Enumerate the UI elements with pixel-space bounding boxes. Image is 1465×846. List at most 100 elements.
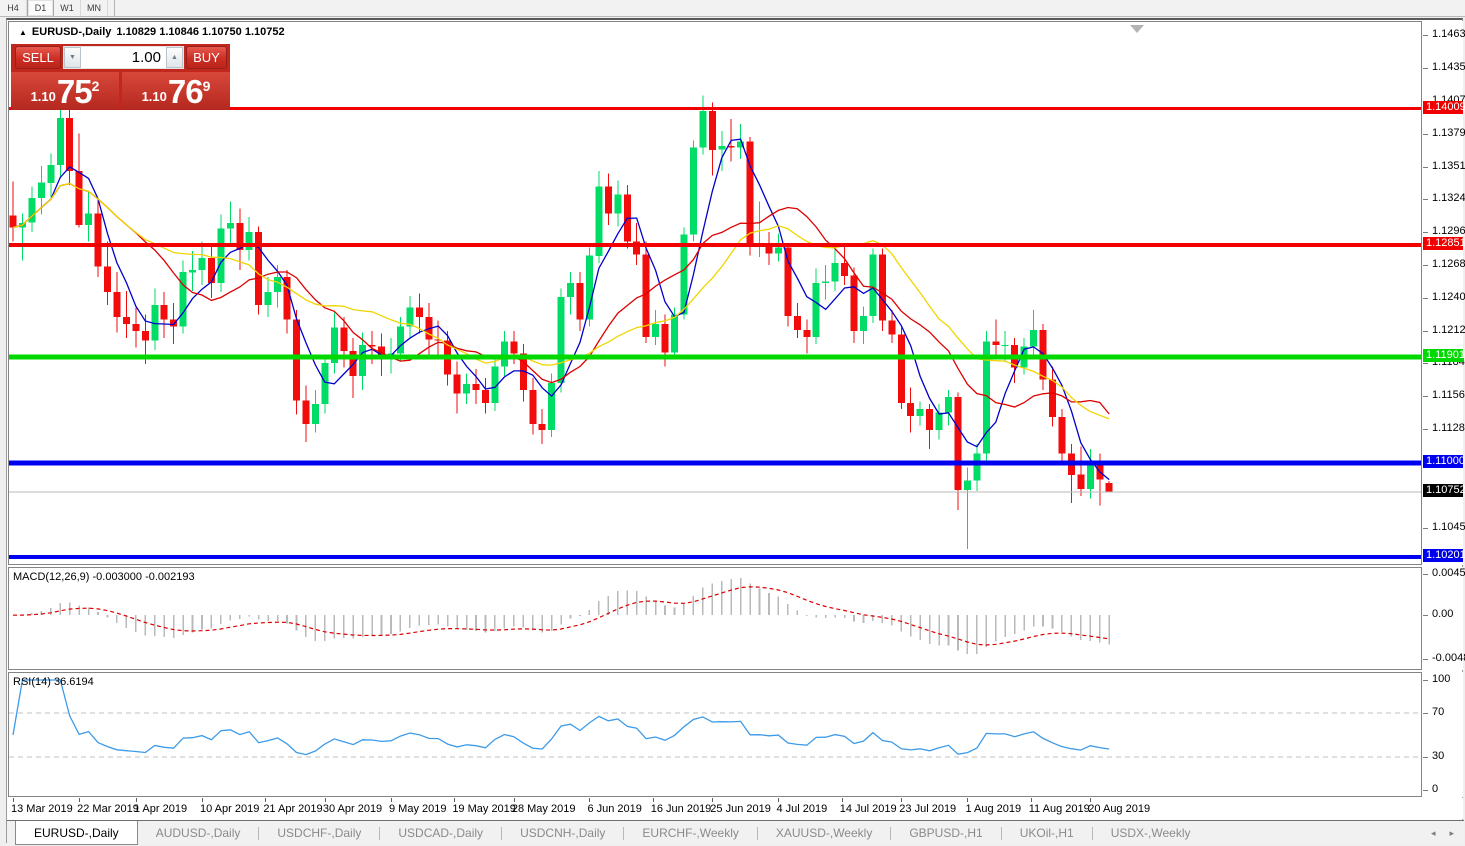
date-tick-mark <box>202 798 203 802</box>
current-price-label: 1.10752 <box>1423 484 1463 497</box>
axis-tick-mark <box>1423 363 1428 364</box>
title-arrow-icon: ▲ <box>19 28 27 37</box>
price-tick-label: 1.12400 <box>1432 291 1465 303</box>
one-click-trading-panel: SELL ▼ 1.00 ▲ BUY 1.10 75 2 1.10 76 9 <box>11 44 230 110</box>
symbol-tab-xauusd-weekly[interactable]: XAUUSD-,Weekly <box>758 821 890 845</box>
rsi-tick-label: 0 <box>1432 783 1438 795</box>
axis-tick-mark <box>1423 790 1428 791</box>
sell-price-sup: 2 <box>92 81 100 91</box>
timeframe-button-d1[interactable]: D1 <box>27 0 54 16</box>
axis-tick-mark <box>1423 298 1428 299</box>
date-tick-mark <box>842 798 843 802</box>
macd-tick-label: 0.00 <box>1432 608 1453 620</box>
date-tick-mark <box>1090 798 1091 802</box>
date-label: 13 Mar 2019 <box>11 803 73 815</box>
date-tick-mark <box>778 798 779 802</box>
macd-tick-label: -0.004806 <box>1432 652 1465 664</box>
date-label: 23 Jul 2019 <box>899 803 956 815</box>
chart-title: ▲ EURUSD-,Daily 1.10829 1.10846 1.10750 … <box>19 26 285 38</box>
price-tick-label: 1.12120 <box>1432 324 1465 336</box>
timeframe-button-w1[interactable]: W1 <box>54 0 81 16</box>
buy-price-prefix: 1.10 <box>142 87 167 107</box>
symbol-tab-eurchf-weekly[interactable]: EURCHF-,Weekly <box>624 821 756 845</box>
rsi-value: 36.6194 <box>54 676 94 688</box>
macd-chart <box>9 568 1421 669</box>
hline-price-label: 1.11901 <box>1423 349 1463 362</box>
macd-axis: 0.0045170.00-0.004806 <box>1423 567 1463 670</box>
date-label: 1 Aug 2019 <box>965 803 1021 815</box>
axis-tick-mark <box>1423 331 1428 332</box>
date-tick-mark <box>967 798 968 802</box>
symbol-tab-usdcad-daily[interactable]: USDCAD-,Daily <box>380 821 501 845</box>
symbol-tab-ukoil-h1[interactable]: UKOil-,H1 <box>1002 821 1092 845</box>
date-tick-mark <box>653 798 654 802</box>
rsi-axis: 100 70 30 0 <box>1423 672 1463 797</box>
volume-spinner: ▼ 1.00 ▲ <box>63 46 184 69</box>
date-label: 20 Aug 2019 <box>1088 803 1150 815</box>
rsi-tick-label: 100 <box>1432 673 1450 685</box>
macd-values: -0.003000 -0.002193 <box>92 571 194 583</box>
symbol-tab-usdchf-daily[interactable]: USDCHF-,Daily <box>259 821 379 845</box>
date-tick-mark <box>514 798 515 802</box>
symbol-tab-gbpusd-h1[interactable]: GBPUSD-,H1 <box>891 821 1000 845</box>
date-label: 10 Apr 2019 <box>200 803 259 815</box>
rsi-label: RSI(14) 36.6194 <box>13 676 94 688</box>
axis-tick-mark <box>1423 680 1428 681</box>
axis-tick-mark <box>1423 134 1428 135</box>
buy-button[interactable]: BUY <box>186 46 227 69</box>
date-tick-mark <box>13 798 14 802</box>
axis-tick-mark <box>1423 574 1428 575</box>
buy-price-big: 76 <box>168 77 203 107</box>
sell-price-big: 75 <box>57 77 92 107</box>
symbol-tab-usdcnh-daily[interactable]: USDCNH-,Daily <box>502 821 623 845</box>
date-tick-mark <box>901 798 902 802</box>
price-tick-label: 1.12960 <box>1432 225 1465 237</box>
timeframe-toolbar: H4D1W1MN <box>0 0 1465 17</box>
chart-symbol-period: EURUSD-,Daily <box>32 26 111 38</box>
rsi-panel[interactable]: RSI(14) 36.6194 <box>8 672 1422 797</box>
toolbar-separator <box>114 0 115 16</box>
volume-increase-button[interactable]: ▲ <box>166 47 183 68</box>
date-tick-mark <box>712 798 713 802</box>
macd-panel[interactable]: MACD(12,26,9) -0.003000 -0.002193 <box>8 567 1422 670</box>
volume-input[interactable]: 1.00 <box>81 47 166 68</box>
axis-tick-mark <box>1423 528 1428 529</box>
date-label: 21 Apr 2019 <box>263 803 322 815</box>
price-chart-panel[interactable]: ▲ EURUSD-,Daily 1.10829 1.10846 1.10750 … <box>8 21 1422 565</box>
chart-shift-marker-icon[interactable] <box>1130 25 1144 33</box>
date-label: 1 Apr 2019 <box>134 803 187 815</box>
buy-price-display[interactable]: 1.10 76 9 <box>122 72 230 110</box>
chart-ohlc-values: 1.10829 1.10846 1.10750 1.10752 <box>116 26 284 38</box>
date-tick-mark <box>325 798 326 802</box>
hline-price-label: 1.11000 <box>1423 455 1463 468</box>
rsi-chart <box>9 673 1421 796</box>
axis-tick-mark <box>1423 396 1428 397</box>
axis-tick-mark <box>1423 713 1428 714</box>
timeframe-button-mn[interactable]: MN <box>81 0 108 16</box>
date-tick-mark <box>265 798 266 802</box>
price-tick-label: 1.10450 <box>1432 521 1465 533</box>
price-tick-label: 1.13515 <box>1432 160 1465 172</box>
date-label: 28 May 2019 <box>512 803 576 815</box>
date-label: 4 Jul 2019 <box>776 803 827 815</box>
axis-tick-mark <box>1423 232 1428 233</box>
hline-price-label: 1.12851 <box>1423 237 1463 250</box>
price-axis[interactable]: 1.146351.143551.140751.137951.135151.132… <box>1423 21 1463 565</box>
price-tick-label: 1.11285 <box>1432 422 1465 434</box>
sell-price-display[interactable]: 1.10 75 2 <box>11 72 119 110</box>
tab-scroll-left-icon[interactable]: ◂ <box>1431 828 1436 839</box>
sell-button[interactable]: SELL <box>15 46 61 69</box>
volume-decrease-button[interactable]: ▼ <box>64 47 81 68</box>
rsi-tick-label: 30 <box>1432 750 1444 762</box>
buy-price-sup: 9 <box>203 81 211 91</box>
symbol-tab-usdx-weekly[interactable]: USDX-,Weekly <box>1093 821 1209 845</box>
axis-tick-mark <box>1423 757 1428 758</box>
rsi-tick-label: 70 <box>1432 706 1444 718</box>
date-label: 19 May 2019 <box>452 803 516 815</box>
hline-price-label: 1.14009 <box>1423 101 1463 114</box>
symbol-tab-eurusd-daily[interactable]: EURUSD-,Daily <box>15 821 138 845</box>
timeframe-button-h4[interactable]: H4 <box>0 0 27 16</box>
date-axis[interactable]: 13 Mar 201922 Mar 20191 Apr 201910 Apr 2… <box>8 798 1463 819</box>
tab-scroll-right-icon[interactable]: ▸ <box>1449 828 1454 839</box>
symbol-tab-audusd-daily[interactable]: AUDUSD-,Daily <box>138 821 259 845</box>
